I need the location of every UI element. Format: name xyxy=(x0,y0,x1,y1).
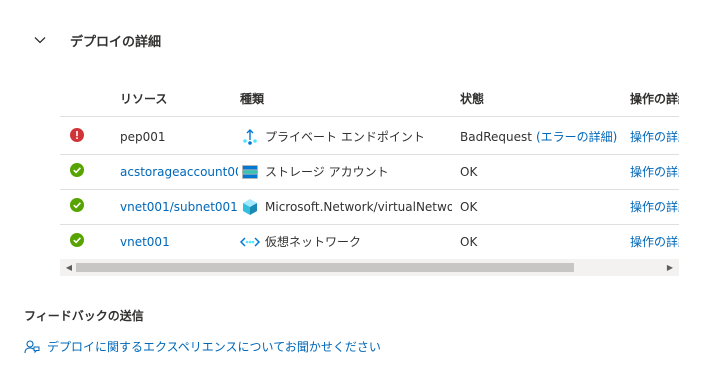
chevron-down-icon[interactable] xyxy=(28,28,52,52)
feedback-link-text[interactable]: デプロイに関するエクスペリエンスについてお聞かせください xyxy=(47,338,381,355)
resource-type: Microsoft.Network/virtualNetworks/subnet… xyxy=(265,199,452,214)
column-header-resource[interactable]: リソース xyxy=(120,90,167,107)
operation-details-link[interactable]: 操作の詳細 xyxy=(630,163,679,180)
error-details-link[interactable]: (エラーの詳細) xyxy=(536,128,617,145)
success-icon xyxy=(70,233,84,250)
state-text: OK xyxy=(460,199,478,214)
resource-name: pep001 xyxy=(120,129,166,144)
operation-details-link[interactable]: 操作の詳細 xyxy=(630,233,679,250)
horizontal-scrollbar[interactable]: ◀ ▶ xyxy=(60,259,679,276)
cube-icon xyxy=(240,197,260,217)
section-header: デプロイの詳細 xyxy=(28,26,161,54)
resource-type: ストレージ アカウント xyxy=(265,165,389,179)
resource-type: 仮想ネットワーク xyxy=(265,235,362,249)
section-title: デプロイの詳細 xyxy=(70,34,162,50)
feedback-person-icon xyxy=(24,339,40,355)
operation-details-link[interactable]: 操作の詳細 xyxy=(630,128,679,145)
column-header-state[interactable]: 状態 xyxy=(460,90,484,107)
table-row: vnet001 仮想ネットワーク OK 操作の詳細 xyxy=(60,224,679,260)
scrollbar-thumb[interactable] xyxy=(76,263,574,272)
storage-account-icon xyxy=(240,162,260,182)
table-header: リソース 種類 状態 操作の詳細 xyxy=(60,80,679,117)
private-endpoint-icon xyxy=(240,127,260,147)
scroll-right-arrow-icon[interactable]: ▶ xyxy=(663,259,677,276)
success-icon xyxy=(70,163,84,180)
state-text: OK xyxy=(460,164,478,179)
feedback-title: フィードバックの送信 xyxy=(24,309,144,323)
scroll-left-arrow-icon[interactable]: ◀ xyxy=(62,259,76,276)
state-text: OK xyxy=(460,234,478,249)
error-icon xyxy=(70,128,84,145)
resource-type: プライベート エンドポイント xyxy=(265,130,425,144)
column-header-operation[interactable]: 操作の詳細 xyxy=(630,90,679,107)
operation-details-link[interactable]: 操作の詳細 xyxy=(630,198,679,215)
state-text: BadRequest xyxy=(460,129,532,144)
column-header-type[interactable]: 種類 xyxy=(240,90,264,107)
table-row: acstorageaccount001 ストレージ アカウント OK 操作の詳細 xyxy=(60,154,679,190)
resource-link[interactable]: acstorageaccount001 xyxy=(120,165,238,179)
success-icon xyxy=(70,198,84,215)
virtual-network-icon xyxy=(240,232,260,252)
table-row: vnet001/subnet001 Microsoft.Network/virt… xyxy=(60,189,679,225)
table-row: pep001 プライベート エンドポイント BadRequest (エラーの詳細… xyxy=(60,119,679,155)
deployment-details-table: リソース 種類 状態 操作の詳細 pep001 プライベート エンドポイント B… xyxy=(60,80,679,277)
feedback-link[interactable]: デプロイに関するエクスペリエンスについてお聞かせください xyxy=(24,338,381,355)
resource-link[interactable]: vnet001 xyxy=(120,235,170,249)
resource-link[interactable]: vnet001/subnet001 xyxy=(120,200,238,214)
